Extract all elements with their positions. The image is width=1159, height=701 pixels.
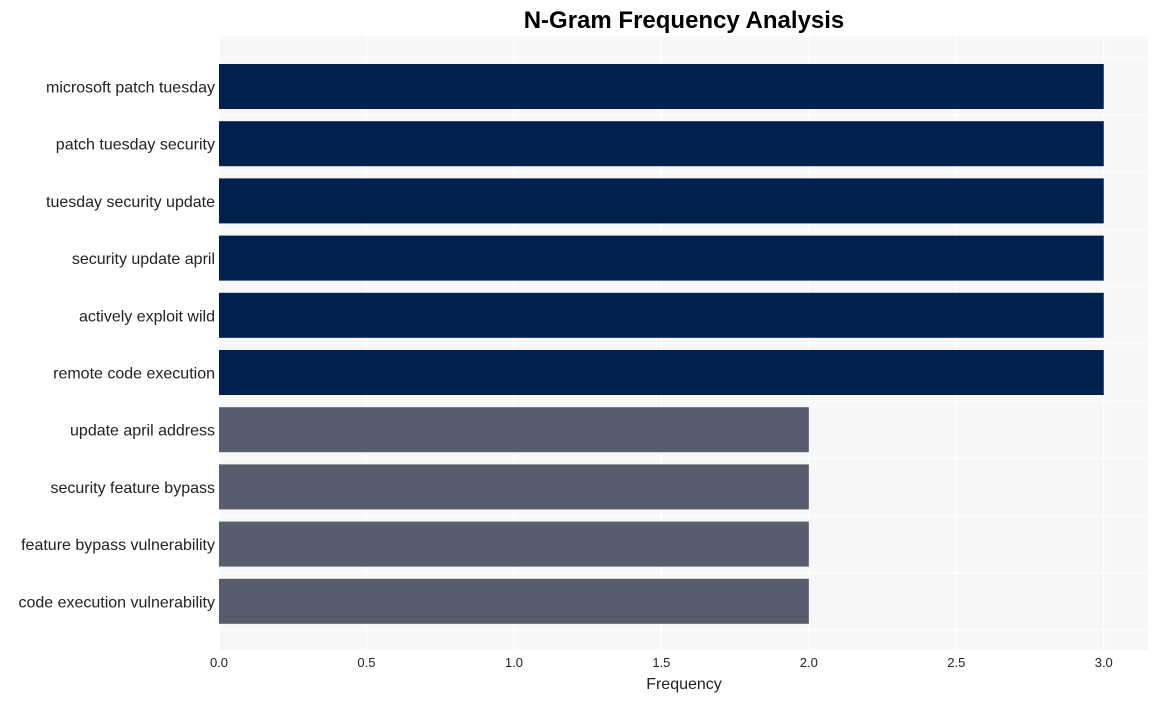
y-tick-label: security update april	[72, 251, 215, 268]
y-tick-label: patch tuesday security	[56, 137, 215, 154]
x-axis-label: Frequency	[646, 676, 722, 693]
x-tick-label: 0.5	[357, 655, 375, 670]
y-tick-label: security feature bypass	[50, 480, 215, 497]
y-tick-label: feature bypass vulnerability	[21, 537, 215, 554]
x-tick-label: 1.0	[505, 655, 523, 670]
bar-security-update-april	[219, 235, 1104, 281]
bar-remote-code-execution	[219, 350, 1104, 395]
x-tick-label: 2.5	[947, 655, 965, 670]
x-tick-label: 2.0	[800, 655, 818, 670]
y-tick-label: code execution vulnerability	[18, 594, 215, 611]
bar-actively-exploit-wild	[219, 292, 1104, 338]
bar-update-april-address	[219, 407, 809, 453]
bar-tuesday-security-update	[219, 178, 1104, 224]
x-tick-label: 0.0	[210, 655, 228, 670]
y-axis-labels: microsoft patch tuesday patch tuesday sec…	[18, 80, 215, 612]
y-tick-label: remote code execution	[53, 366, 215, 383]
ngram-bar-chart: N-Gram Frequency Analysis microsoft patc…	[18, 7, 1148, 693]
y-tick-label: tuesday security update	[46, 194, 215, 211]
x-tick-label: 1.5	[652, 655, 670, 670]
bar-feature-bypass-vulnerability	[219, 521, 809, 567]
bar-patch-tuesday-security	[219, 121, 1104, 167]
x-tick-label: 3.0	[1095, 655, 1113, 670]
y-tick-label: microsoft patch tuesday	[46, 80, 215, 97]
y-tick-label: update april address	[70, 423, 215, 440]
y-tick-label: actively exploit wild	[79, 308, 215, 325]
bar-code-execution-vulnerability	[219, 578, 809, 624]
x-axis-ticks: 0.0 0.5 1.0 1.5 2.0 2.5 3.0	[210, 655, 1113, 670]
bar-security-feature-bypass	[219, 464, 809, 510]
chart-title: N-Gram Frequency Analysis	[524, 7, 845, 34]
bar-microsoft-patch-tuesday	[219, 64, 1104, 109]
